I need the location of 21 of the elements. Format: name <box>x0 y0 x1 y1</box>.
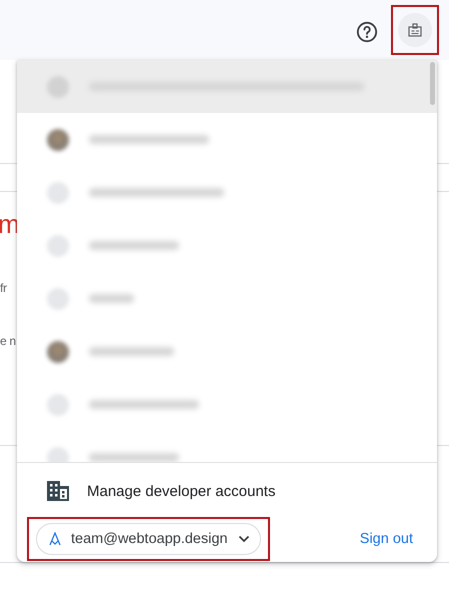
avatar-icon <box>47 234 69 256</box>
logo-icon <box>49 532 61 546</box>
account-button[interactable] <box>398 13 432 47</box>
scrollbar-thumb[interactable] <box>430 62 435 105</box>
avatar-icon <box>47 340 69 362</box>
manage-accounts-item[interactable]: Manage developer accounts <box>17 465 437 517</box>
avatar-icon <box>47 288 69 310</box>
avatar-icon <box>47 182 69 204</box>
avatar-icon <box>47 394 69 416</box>
id-badge-icon <box>408 23 422 37</box>
sign-out-link[interactable]: Sign out <box>360 531 413 547</box>
building-icon <box>47 481 69 501</box>
account-row[interactable] <box>17 60 437 113</box>
body-text: fr <box>0 280 7 297</box>
account-switcher[interactable]: team@webtoapp.design <box>36 523 261 555</box>
avatar-icon <box>47 76 69 98</box>
account-row[interactable] <box>17 113 437 166</box>
chevron-down-icon <box>238 535 250 543</box>
help-icon <box>356 21 378 43</box>
body-text: e n <box>0 333 16 350</box>
avatar-icon <box>47 128 69 150</box>
